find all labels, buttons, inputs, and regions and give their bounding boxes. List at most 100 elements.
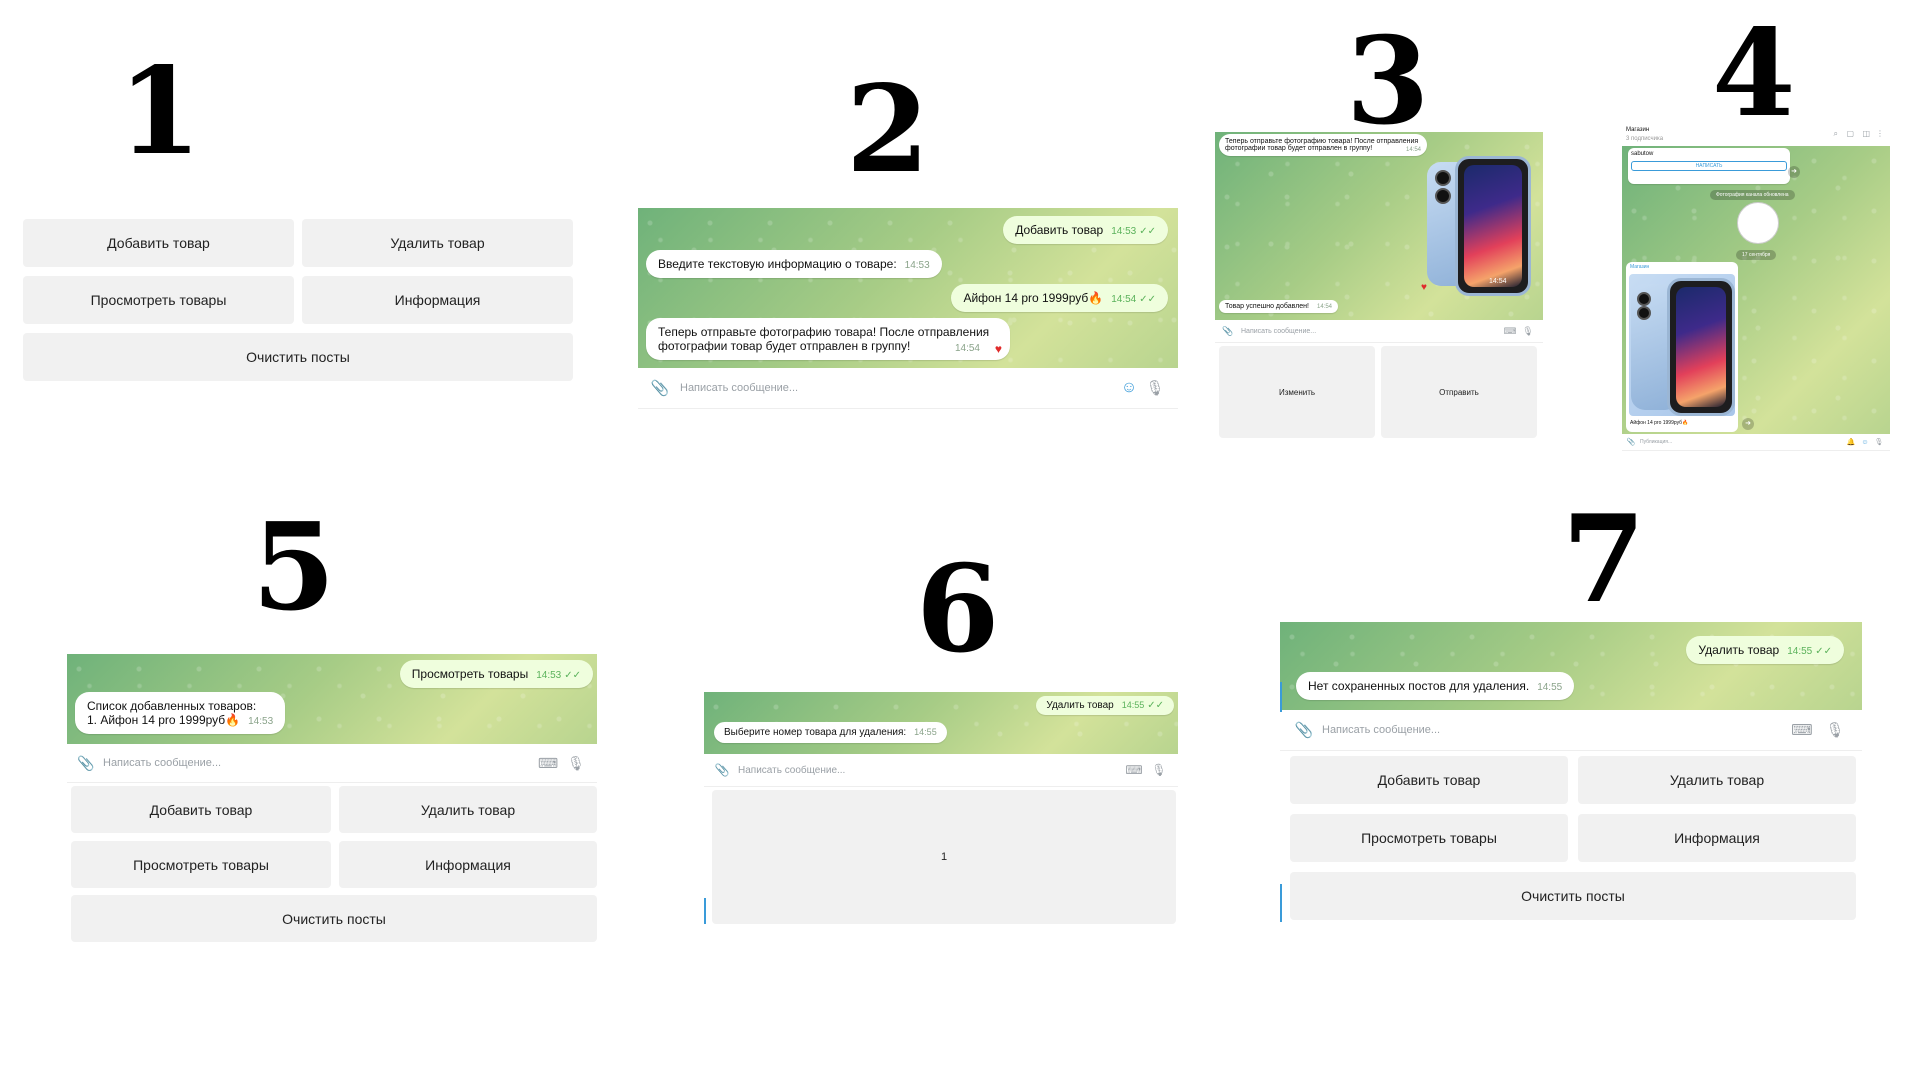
- chat-area: sabutow НАПИСАТЬ Фотография канала обнов…: [1622, 146, 1890, 434]
- post-caption: Айфон 14 pro 1999руб🔥: [1630, 420, 1689, 426]
- search-icon[interactable]: ⌕: [1834, 129, 1838, 139]
- read-check-icon: ✓✓: [1147, 700, 1164, 711]
- message-text: Просмотреть товары: [411, 667, 529, 681]
- microphone-icon[interactable]: 🎙: [1820, 721, 1850, 739]
- step-number-2: 2: [846, 59, 930, 200]
- delete-product-button[interactable]: Удалить товар: [1578, 756, 1856, 804]
- publish-input[interactable]: Публикация...: [1640, 439, 1844, 445]
- paperclip-icon[interactable]: 📎: [648, 379, 672, 397]
- step-number-1: 1: [118, 41, 202, 182]
- info-button[interactable]: Информация: [302, 276, 573, 324]
- channel-subscribers: 3 подписчика: [1626, 136, 1664, 142]
- sidebar-icon[interactable]: ◫: [1862, 129, 1870, 138]
- microphone-icon[interactable]: 🎙: [563, 755, 589, 772]
- message-input[interactable]: Написать сообщение...: [738, 765, 1120, 776]
- share-icon[interactable]: ➜: [1788, 166, 1800, 178]
- post-author: Магазин: [1630, 264, 1650, 270]
- write-button[interactable]: НАПИСАТЬ: [1631, 161, 1787, 171]
- channel-header: Магазин 3 подписчика ⌕ ▢ ◫ ⋮: [1622, 124, 1890, 146]
- channel-avatar: [1737, 202, 1779, 244]
- add-product-button[interactable]: Добавить товар: [23, 219, 294, 267]
- emoji-icon[interactable]: ☺: [1858, 439, 1872, 446]
- keyboard-icon[interactable]: ⌨: [533, 755, 563, 772]
- share-icon[interactable]: ➜: [1742, 418, 1754, 430]
- message-time: 14:55: [1787, 646, 1813, 657]
- selection-indicator: [1280, 884, 1282, 922]
- message-in: Введите текстовую информацию о товаре: 14…: [646, 250, 942, 278]
- message-time: 14:53: [904, 260, 930, 271]
- bell-icon[interactable]: 🔔: [1844, 438, 1858, 446]
- paperclip-icon[interactable]: 📎: [1221, 326, 1235, 337]
- chat-area: Добавить товар 14:53 ✓✓ Введите текстовую …: [638, 208, 1178, 368]
- date-badge: 17 сентября: [1736, 250, 1777, 260]
- step-number-3: 3: [1346, 11, 1430, 152]
- clear-posts-button[interactable]: Очистить посты: [23, 333, 573, 381]
- photo-time: 14:54: [1489, 278, 1507, 285]
- panel-7-no-posts: Удалить товар 14:55 ✓✓ Нет сохраненных пос…: [1280, 622, 1862, 922]
- message-time: 14:53: [536, 670, 562, 681]
- edit-button[interactable]: Изменить: [1219, 346, 1375, 438]
- keyboard-icon[interactable]: ⌨: [1501, 326, 1519, 337]
- paperclip-icon[interactable]: 📎: [1292, 721, 1316, 739]
- read-check-icon: ✓✓: [564, 670, 581, 681]
- message-text: Введите текстовую информацию о товаре:: [658, 257, 897, 271]
- panel-4-channel: Магазин 3 подписчика ⌕ ▢ ◫ ⋮ sabutow НАП…: [1622, 124, 1890, 451]
- clear-posts-button[interactable]: Очистить посты: [71, 895, 597, 942]
- panel-5-view-products: Просмотреть товары 14:53 ✓✓ Список добавле…: [67, 654, 597, 942]
- keyboard-icon[interactable]: ⌨: [1120, 763, 1148, 777]
- message-time: 14:54: [1405, 147, 1421, 153]
- clear-posts-button[interactable]: Очистить посты: [1290, 872, 1856, 920]
- message-time: 14:53: [248, 716, 274, 727]
- more-icon[interactable]: ⋮: [1876, 129, 1884, 138]
- keyboard-icon[interactable]: ⌨: [1784, 721, 1820, 739]
- message-input-bar: 📎 Написать сообщение... ⌨ 🎙: [1215, 320, 1543, 343]
- paperclip-icon[interactable]: 📎: [712, 763, 732, 777]
- view-products-button[interactable]: Просмотреть товары: [71, 841, 331, 888]
- message-time: 14:53: [1111, 226, 1137, 237]
- message-text: Удалить товар: [1046, 700, 1114, 711]
- info-button[interactable]: Информация: [339, 841, 597, 888]
- paperclip-icon[interactable]: 📎: [75, 755, 97, 772]
- send-button[interactable]: Отправить: [1381, 346, 1537, 438]
- pinned-post: sabutow НАПИСАТЬ: [1628, 148, 1790, 184]
- view-products-button[interactable]: Просмотреть товары: [1290, 814, 1568, 862]
- add-product-button[interactable]: Добавить товар: [71, 786, 331, 833]
- delete-product-button[interactable]: Удалить товар: [339, 786, 597, 833]
- message-in: Теперь отправьте фотографию товара! Посл…: [1219, 134, 1427, 156]
- camera-icon: [1637, 292, 1651, 306]
- message-input[interactable]: Написать сообщение...: [680, 382, 1116, 394]
- microphone-icon[interactable]: 🎙: [1872, 438, 1886, 446]
- message-input-bar: 📎 Написать сообщение... ⌨ 🎙: [704, 754, 1178, 787]
- message-line: Теперь отправьте фотографию товара! Посл…: [658, 325, 990, 339]
- info-button[interactable]: Информация: [1578, 814, 1856, 862]
- message-input[interactable]: Написать сообщение...: [1322, 724, 1784, 736]
- heart-reaction-icon: ♥: [994, 342, 1002, 356]
- product-photo: 14:54 ♥: [1421, 156, 1539, 316]
- microphone-icon[interactable]: 🎙: [1148, 763, 1170, 777]
- message-time: 14:54: [954, 343, 980, 354]
- message-in: Нет сохраненных постов для удаления. 14:5…: [1296, 672, 1575, 700]
- chat-area: Удалить товар 14:55 ✓✓ Нет сохраненных пос…: [1280, 622, 1862, 710]
- message-time: 14:54: [1316, 304, 1332, 310]
- message-input[interactable]: Написать сообщение...: [103, 757, 533, 769]
- add-product-button[interactable]: Добавить товар: [1290, 756, 1568, 804]
- selection-indicator: [1280, 682, 1282, 712]
- message-in: Список добавленных товаров: 1. Айфон 14 …: [75, 692, 286, 734]
- message-line: 1. Айфон 14 pro 1999руб🔥: [87, 713, 241, 727]
- paperclip-icon[interactable]: 📎: [1626, 438, 1636, 446]
- delete-product-button[interactable]: Удалить товар: [302, 219, 573, 267]
- message-text: Айфон 14 pro 1999руб🔥: [963, 291, 1104, 305]
- view-products-button[interactable]: Просмотреть товары: [23, 276, 294, 324]
- comments-icon[interactable]: ▢: [1846, 129, 1854, 138]
- step-number-7: 7: [1562, 489, 1646, 630]
- microphone-icon[interactable]: 🎙: [1519, 326, 1537, 337]
- emoji-icon[interactable]: ☺: [1116, 379, 1142, 397]
- message-time: 14:55: [914, 727, 937, 737]
- camera-icon: [1637, 306, 1651, 320]
- panel-6-delete-select: Удалить товар 14:55 ✓✓ Выберите номер това…: [704, 692, 1178, 924]
- message-text: Добавить товар: [1015, 223, 1104, 237]
- microphone-icon[interactable]: 🎙: [1142, 379, 1168, 397]
- heart-reaction-icon: ♥: [1421, 282, 1427, 293]
- product-number-button[interactable]: 1: [712, 790, 1176, 924]
- message-input[interactable]: Написать сообщение...: [1241, 328, 1501, 335]
